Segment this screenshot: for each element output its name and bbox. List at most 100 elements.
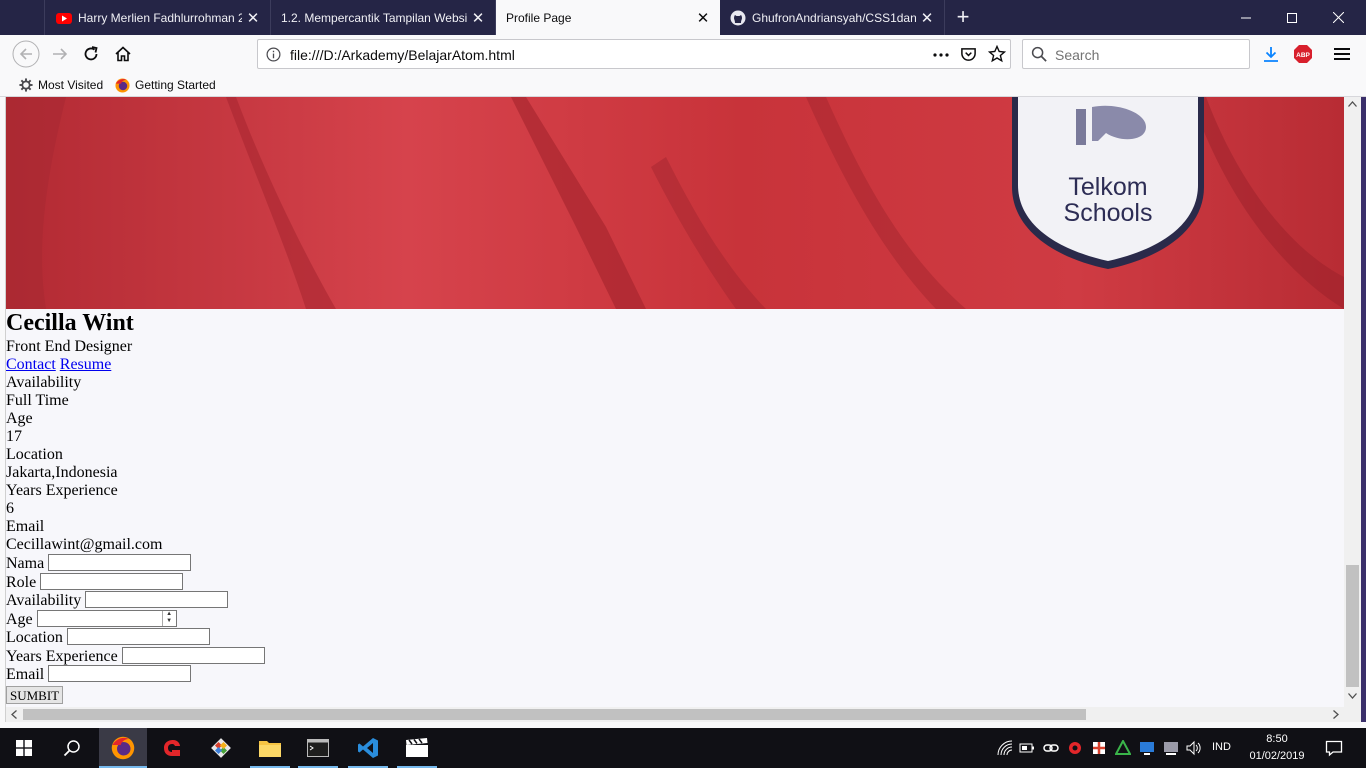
- vscode-icon: [358, 738, 378, 758]
- number-spinner-icon[interactable]: ▲ ▼: [161, 610, 176, 626]
- profile-role: Front End Designer: [6, 338, 133, 355]
- menu-button[interactable]: [1327, 39, 1357, 69]
- git-diamond-icon: [211, 738, 231, 758]
- nama-input[interactable]: [48, 554, 192, 571]
- clock-time: 8:50: [1266, 733, 1288, 745]
- detail-value-age: 17: [6, 428, 22, 445]
- bookmarks-toolbar: Most Visited Getting Started: [0, 73, 1366, 97]
- form-label-location: Location: [6, 629, 63, 646]
- scrollbar-corner: [1344, 707, 1361, 722]
- close-icon: [1332, 12, 1344, 23]
- url-text: file:///D:/Arkademy/BelajarAtom.html: [290, 47, 515, 63]
- github-icon: [730, 10, 746, 25]
- forward-button[interactable]: [45, 39, 75, 69]
- patch-text-schools: Schools: [1064, 199, 1153, 227]
- profile-section: Cecilla Wint Front End Designer Contact …: [6, 309, 265, 705]
- bookmark-getting-started[interactable]: Getting Started: [115, 76, 216, 94]
- search-icon: [1031, 46, 1047, 62]
- close-tab-icon[interactable]: ✕: [916, 9, 938, 27]
- pocket-icon[interactable]: [960, 46, 977, 63]
- scroll-left-icon[interactable]: [11, 710, 17, 719]
- form-label-age: Age: [6, 610, 33, 628]
- search-input[interactable]: Search: [1022, 39, 1250, 69]
- reload-icon: [84, 46, 98, 61]
- new-tab-button[interactable]: +: [952, 5, 974, 29]
- taskbar-git[interactable]: [197, 728, 245, 768]
- url-bar[interactable]: file:///D:/Arkademy/BelajarAtom.html: [257, 39, 1011, 69]
- minimize-icon: [1241, 17, 1251, 18]
- start-button[interactable]: [0, 728, 48, 768]
- age-number-input[interactable]: ▲ ▼: [36, 609, 177, 627]
- maximize-button[interactable]: [1269, 0, 1315, 35]
- horizontal-scroll-thumb[interactable]: [23, 709, 1086, 720]
- tab-profile-page[interactable]: Profile Page ✕: [496, 0, 720, 35]
- location-input[interactable]: [66, 628, 210, 645]
- vertical-scrollbar[interactable]: [1344, 97, 1361, 707]
- forward-arrow-icon: [53, 48, 68, 60]
- reload-button[interactable]: [76, 39, 106, 69]
- input-language[interactable]: IND: [1212, 741, 1231, 753]
- security-tray-icon[interactable]: [1091, 740, 1107, 756]
- taskbar-movie-maker[interactable]: [393, 728, 441, 768]
- taskbar-file-explorer[interactable]: [246, 728, 294, 768]
- bookmark-star-icon[interactable]: [988, 45, 1006, 63]
- info-icon[interactable]: [266, 47, 281, 62]
- system-clock[interactable]: 8:50 01/02/2019: [1244, 731, 1310, 765]
- battery-icon[interactable]: [1019, 740, 1035, 756]
- minimize-button[interactable]: [1223, 0, 1269, 35]
- downloads-button[interactable]: [1256, 39, 1286, 69]
- notification-center-icon[interactable]: [1325, 739, 1343, 757]
- garena-tray-icon[interactable]: [1067, 740, 1083, 756]
- close-tab-icon[interactable]: ✕: [692, 9, 714, 27]
- tab-youtube[interactable]: Harry Merlien Fadhlurrohman 2 ✕: [46, 0, 271, 35]
- drive-tray-icon[interactable]: [1115, 740, 1131, 756]
- submit-button[interactable]: SUMBIT: [6, 685, 64, 704]
- detail-value-location: Jakarta,Indonesia: [6, 464, 118, 481]
- bookmark-most-visited[interactable]: Most Visited: [19, 76, 103, 94]
- form-label-email: Email: [6, 666, 45, 683]
- tab-title: Profile Page: [506, 10, 572, 25]
- detail-label-experience: Years Experience: [6, 482, 118, 499]
- link-icon[interactable]: [1043, 740, 1059, 756]
- horizontal-scrollbar[interactable]: [6, 707, 1344, 722]
- bookmark-label: Getting Started: [135, 78, 216, 92]
- wifi-icon[interactable]: [997, 740, 1013, 756]
- network-tray-icon[interactable]: [1139, 740, 1155, 756]
- scroll-up-icon[interactable]: [1348, 101, 1357, 107]
- form-label-availability: Availability: [6, 592, 82, 609]
- close-tab-icon[interactable]: ✕: [242, 9, 264, 27]
- resume-link[interactable]: Resume: [60, 356, 112, 373]
- email-input[interactable]: [48, 665, 192, 682]
- folder-icon: [259, 741, 281, 757]
- scroll-down-icon[interactable]: [1348, 693, 1357, 699]
- clapperboard-icon: [406, 738, 428, 757]
- search-taskbar-button[interactable]: [48, 728, 96, 768]
- vertical-scroll-thumb[interactable]: [1346, 565, 1359, 687]
- taskbar-terminal[interactable]: [294, 728, 342, 768]
- back-arrow-icon: [12, 40, 40, 68]
- role-input[interactable]: [40, 572, 184, 590]
- close-tab-icon[interactable]: ✕: [467, 9, 489, 27]
- youtube-icon: [56, 12, 72, 24]
- firefox-icon: [111, 736, 135, 760]
- taskbar-firefox[interactable]: [99, 728, 147, 768]
- download-icon: [1264, 47, 1278, 62]
- volume-icon[interactable]: [1186, 740, 1202, 756]
- tab-mempercantik[interactable]: 1.2. Mempercantik Tampilan Websi ✕: [271, 0, 496, 35]
- taskbar-vscode[interactable]: [344, 728, 392, 768]
- tab-github[interactable]: GhufronAndriansyah/CSS1danH ✕: [720, 0, 945, 35]
- adblock-button[interactable]: ABP: [1288, 39, 1318, 69]
- profile-banner-image: Telkom Schools: [6, 97, 1344, 309]
- taskbar-garena[interactable]: [148, 728, 196, 768]
- back-button[interactable]: [11, 39, 41, 69]
- contact-link[interactable]: Contact: [6, 356, 56, 373]
- years-experience-input[interactable]: [121, 646, 265, 664]
- close-window-button[interactable]: [1315, 0, 1361, 35]
- monitor-tray-icon[interactable]: [1163, 740, 1179, 756]
- page-actions-icon[interactable]: [933, 53, 949, 57]
- detail-value-availability: Full Time: [6, 392, 69, 409]
- availability-input[interactable]: [85, 591, 229, 608]
- scroll-right-icon[interactable]: [1333, 710, 1339, 719]
- home-button[interactable]: [108, 39, 138, 69]
- detail-value-experience: 6: [6, 500, 14, 517]
